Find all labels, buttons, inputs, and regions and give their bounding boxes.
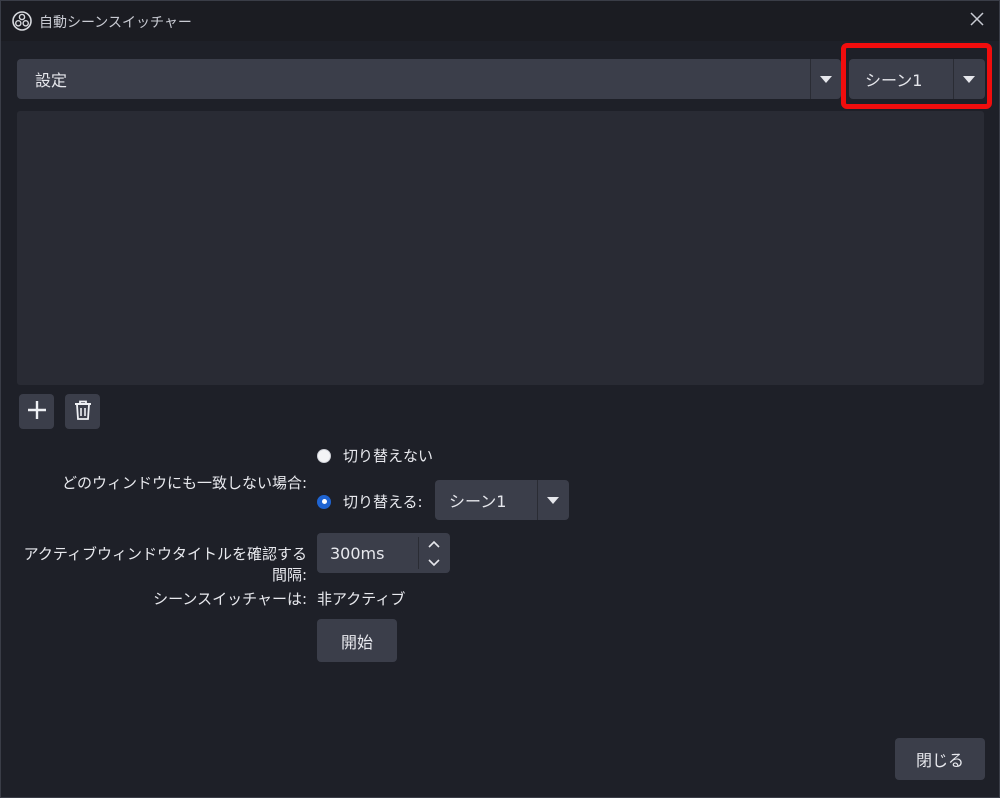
radio-switch-label: 切り替える:	[343, 493, 423, 511]
status-label: シーンスイッチャーは:	[153, 590, 307, 608]
no-match-label: どのウィンドウにも一致しない場合:	[61, 474, 307, 492]
close-button[interactable]: 閉じる	[895, 738, 985, 780]
add-rule-button[interactable]	[19, 394, 54, 429]
radio-dont-switch-indicator[interactable]	[317, 448, 331, 463]
chevron-down-icon[interactable]	[538, 480, 568, 520]
close-icon	[969, 11, 985, 31]
no-match-scene-combo-value: シーン1	[449, 492, 507, 511]
chevron-down-icon[interactable]	[811, 59, 841, 99]
start-button[interactable]: 開始	[317, 619, 397, 662]
interval-spinbox[interactable]: 300ms	[317, 533, 450, 573]
plus-icon	[27, 400, 47, 424]
mode-combo[interactable]: 設定	[17, 59, 841, 99]
interval-label: アクティブウィンドウタイトルを確認する間隔:	[23, 545, 307, 584]
obs-logo-icon	[12, 11, 32, 31]
close-window-button[interactable]	[963, 7, 991, 35]
radio-dont-switch[interactable]: 切り替えない	[317, 445, 433, 466]
scene-combo[interactable]: シーン1	[849, 59, 985, 99]
chevron-down-icon[interactable]	[954, 59, 984, 99]
chevron-up-icon[interactable]	[418, 534, 450, 554]
scene-switcher-window: 自動シーンスイッチャー 設定 シーン1 どのウィンドウにも一致しない場合: 切り…	[0, 0, 1000, 798]
switch-rules-list[interactable]	[17, 111, 984, 385]
chevron-down-icon[interactable]	[418, 553, 450, 573]
radio-dont-switch-label: 切り替えない	[343, 447, 434, 465]
mode-combo-value: 設定	[35, 71, 68, 90]
scene-combo-value: シーン1	[865, 71, 923, 90]
delete-rule-button[interactable]	[65, 394, 100, 429]
no-match-scene-combo[interactable]: シーン1	[435, 480, 569, 520]
radio-switch-indicator[interactable]	[317, 494, 331, 509]
interval-value: 300ms	[330, 543, 385, 563]
trash-icon	[73, 399, 93, 425]
status-value: 非アクティブ	[317, 590, 406, 608]
window-title: 自動シーンスイッチャー	[39, 15, 192, 31]
radio-switch[interactable]: 切り替える:	[317, 491, 423, 512]
title-bar[interactable]: 自動シーンスイッチャー	[1, 1, 999, 41]
